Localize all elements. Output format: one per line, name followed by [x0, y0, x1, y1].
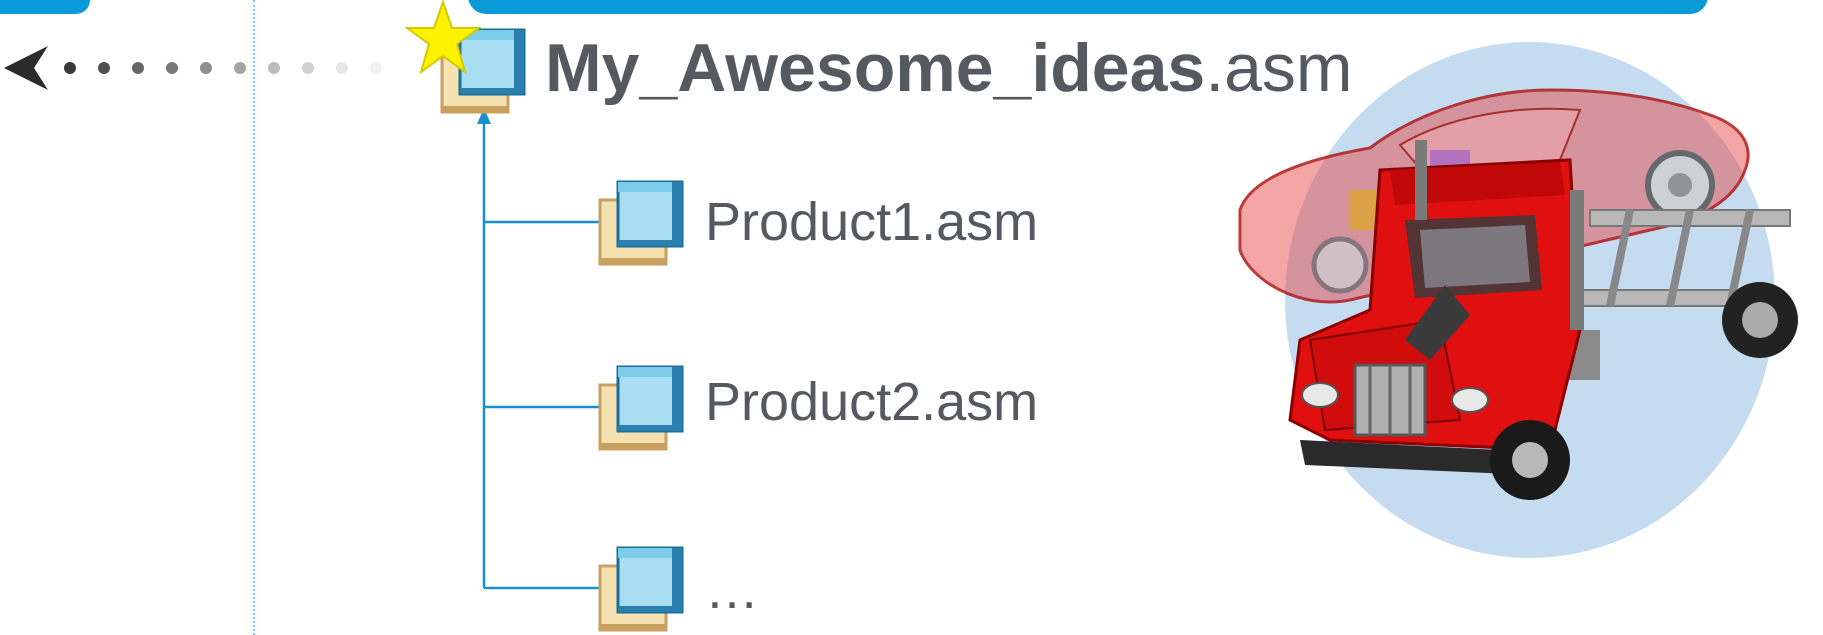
top-bar-left	[0, 0, 90, 14]
dotted-arrow-left-icon	[4, 46, 382, 90]
assembly-icon	[598, 546, 684, 632]
child-assembly-label: Product1.asm	[705, 192, 1039, 252]
car-and-truck-illustration	[1238, 42, 1798, 558]
assembly-icon	[598, 180, 684, 266]
diagram-canvas: My_Awesome_ideas.asm Product1.asm Produc…	[0, 0, 1823, 635]
child-assembly-label: …	[705, 560, 759, 620]
star-icon	[405, 0, 481, 75]
child-assembly-label: Product2.asm	[705, 372, 1039, 432]
root-assembly-name: My_Awesome_ideas	[545, 30, 1206, 106]
assembly-icon	[598, 365, 684, 451]
top-bar-right	[468, 0, 1708, 14]
